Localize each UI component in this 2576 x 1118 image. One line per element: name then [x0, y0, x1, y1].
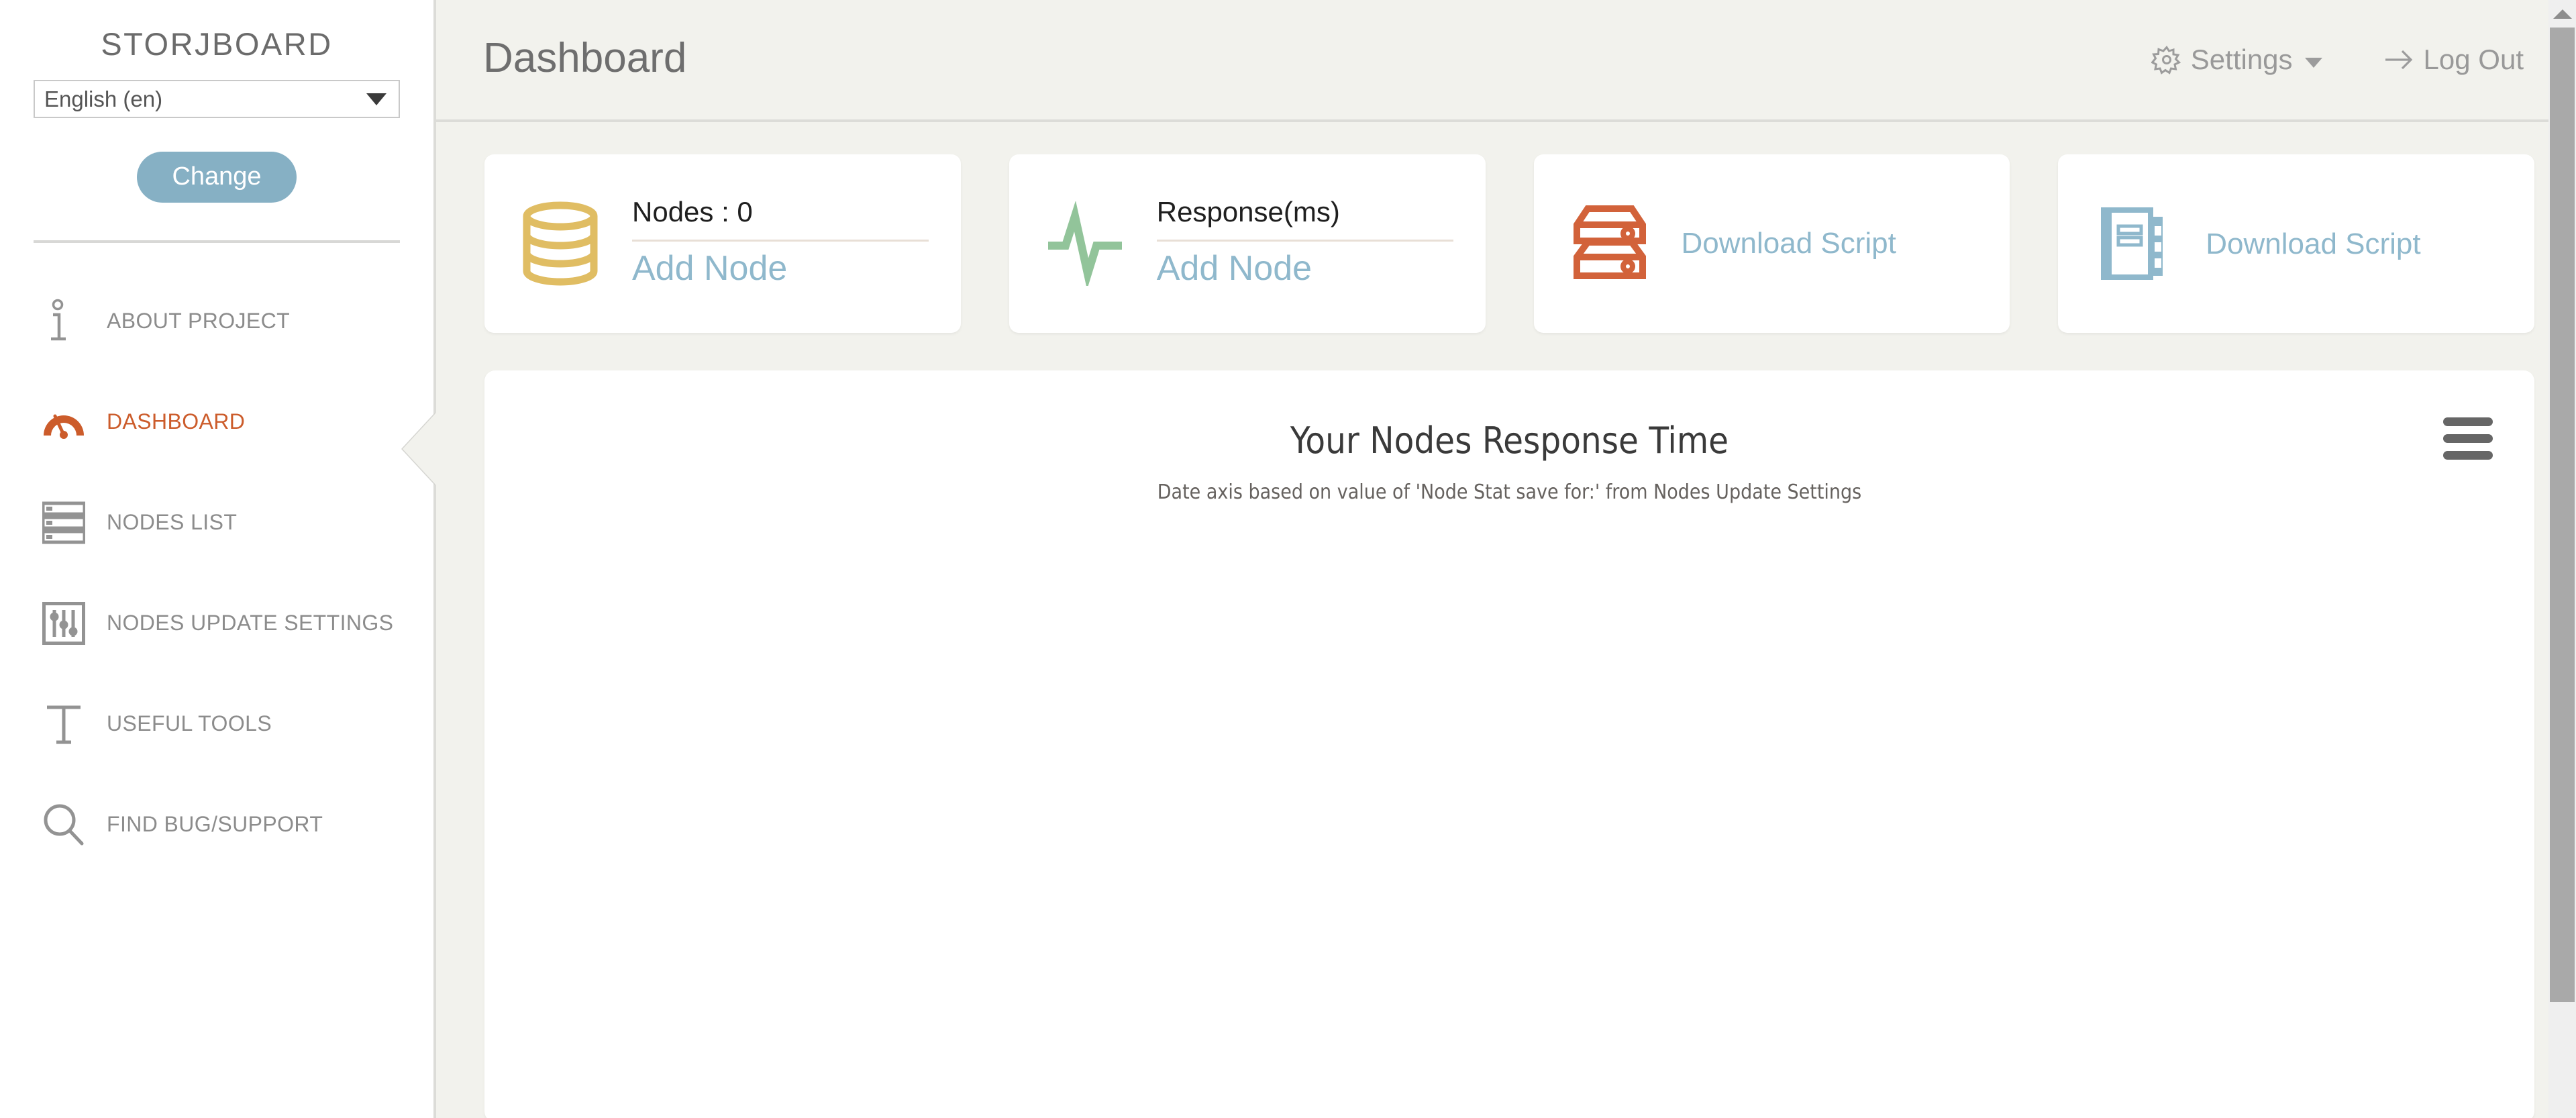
logout-label: Log Out [2423, 44, 2524, 75]
response-card-body: Response(ms) Add Node [1156, 195, 1486, 291]
sidebar-divider [34, 240, 400, 243]
gauge-icon [39, 405, 89, 439]
topbar: Dashboard Settings Log Out [436, 0, 2576, 122]
download-script-server-card[interactable]: Download Script [1533, 154, 2010, 333]
sidebar-item-dashboard[interactable]: DASHBOARD [0, 372, 433, 472]
sidebar-item-find-bug-support[interactable]: FIND BUG/SUPPORT [0, 774, 433, 875]
topbar-actions: Settings Log Out [2151, 44, 2576, 76]
gear-icon [2151, 44, 2182, 75]
language-select-value: English (en) [44, 86, 163, 111]
list-icon [39, 501, 89, 544]
chart-panel: Your Nodes Response Time Date axis based… [484, 370, 2534, 1118]
card-rule [632, 240, 929, 242]
chevron-down-icon [366, 93, 387, 105]
app-root: STORJBOARD English (en) Change ABOUT PRO… [0, 0, 2576, 1118]
sidebar-item-label: USEFUL TOOLS [107, 711, 272, 736]
add-node-link[interactable]: Add Node [632, 247, 929, 291]
language-select[interactable]: English (en) [34, 80, 400, 118]
stat-cards-row: Nodes : 0 Add Node Response(ms) Add Node [436, 122, 2576, 333]
download-script-doc-body: Download Script [2206, 225, 2534, 262]
response-card[interactable]: Response(ms) Add Node [1009, 154, 1486, 333]
sidebar-item-label: ABOUT PROJECT [107, 309, 291, 334]
sidebar: STORJBOARD English (en) Change ABOUT PRO… [0, 0, 436, 1118]
card-rule [1156, 240, 1453, 242]
sidebar-item-nodes-update-settings[interactable]: NODES UPDATE SETTINGS [0, 573, 433, 674]
page-scrollbar[interactable] [2548, 0, 2576, 1118]
page-title: Dashboard [483, 35, 687, 81]
download-script-link[interactable]: Download Script [2206, 225, 2502, 262]
database-stack-icon [517, 201, 604, 286]
sidebar-item-label: DASHBOARD [107, 409, 246, 434]
add-node-link[interactable]: Add Node [1157, 247, 1453, 291]
download-script-doc-card[interactable]: Download Script [2058, 154, 2534, 333]
triangle-up-icon [2553, 9, 2572, 19]
nodes-card-body: Nodes : 0 Add Node [632, 195, 961, 291]
sidebar-item-about-project[interactable]: ABOUT PROJECT [0, 271, 433, 372]
sidebar-item-label: FIND BUG/SUPPORT [107, 812, 323, 837]
active-nav-indicator-arrow [403, 413, 436, 485]
scrollbar-up-button[interactable] [2548, 0, 2576, 28]
nodes-card-title: Nodes : 0 [632, 195, 753, 227]
chart-title: Your Nodes Response Time [1290, 419, 1729, 462]
sliders-icon [39, 601, 89, 645]
main-content: Dashboard Settings Log Out Nodes: 0 Add… [436, 0, 2576, 1118]
download-script-server-body: Download Script [1682, 224, 2010, 262]
settings-label: Settings [2190, 44, 2293, 75]
change-language-button[interactable]: Change [137, 152, 297, 203]
document-panel-icon [2090, 203, 2177, 284]
logout-button[interactable]: Log Out [2383, 44, 2524, 76]
response-card-title: Response(ms) [1156, 195, 1340, 227]
sidebar-item-label: NODES UPDATE SETTINGS [107, 611, 394, 636]
language-select-wrapper: English (en) [0, 80, 433, 118]
server-rack-icon [1566, 203, 1653, 284]
chart-plot-area [484, 504, 2534, 1041]
menu-bar [2443, 450, 2493, 460]
change-button-wrapper: Change [0, 152, 433, 203]
download-script-link[interactable]: Download Script [1682, 224, 1978, 262]
sidebar-nav: ABOUT PROJECT DASHBOARD NODES LIST NODES… [0, 271, 433, 875]
settings-menu-button[interactable]: Settings [2151, 44, 2322, 76]
hamburger-menu-icon[interactable] [2443, 416, 2493, 460]
nodes-card[interactable]: Nodes : 0 Add Node [484, 154, 961, 333]
pulse-icon [1041, 201, 1129, 286]
sidebar-item-label: NODES LIST [107, 510, 238, 535]
menu-bar [2443, 434, 2493, 443]
chevron-down-icon [2304, 57, 2322, 68]
text-tool-icon [39, 703, 89, 745]
menu-bar [2443, 417, 2493, 426]
info-icon [39, 299, 89, 344]
chart-subtitle: Date axis based on value of 'Node Stat s… [1157, 480, 1862, 504]
arrow-right-icon [2383, 46, 2415, 73]
search-icon [39, 803, 89, 846]
brand-title: STORJBOARD [101, 26, 333, 62]
sidebar-item-useful-tools[interactable]: USEFUL TOOLS [0, 674, 433, 774]
sidebar-item-nodes-list[interactable]: NODES LIST [0, 472, 433, 573]
scrollbar-thumb[interactable] [2550, 28, 2575, 1002]
